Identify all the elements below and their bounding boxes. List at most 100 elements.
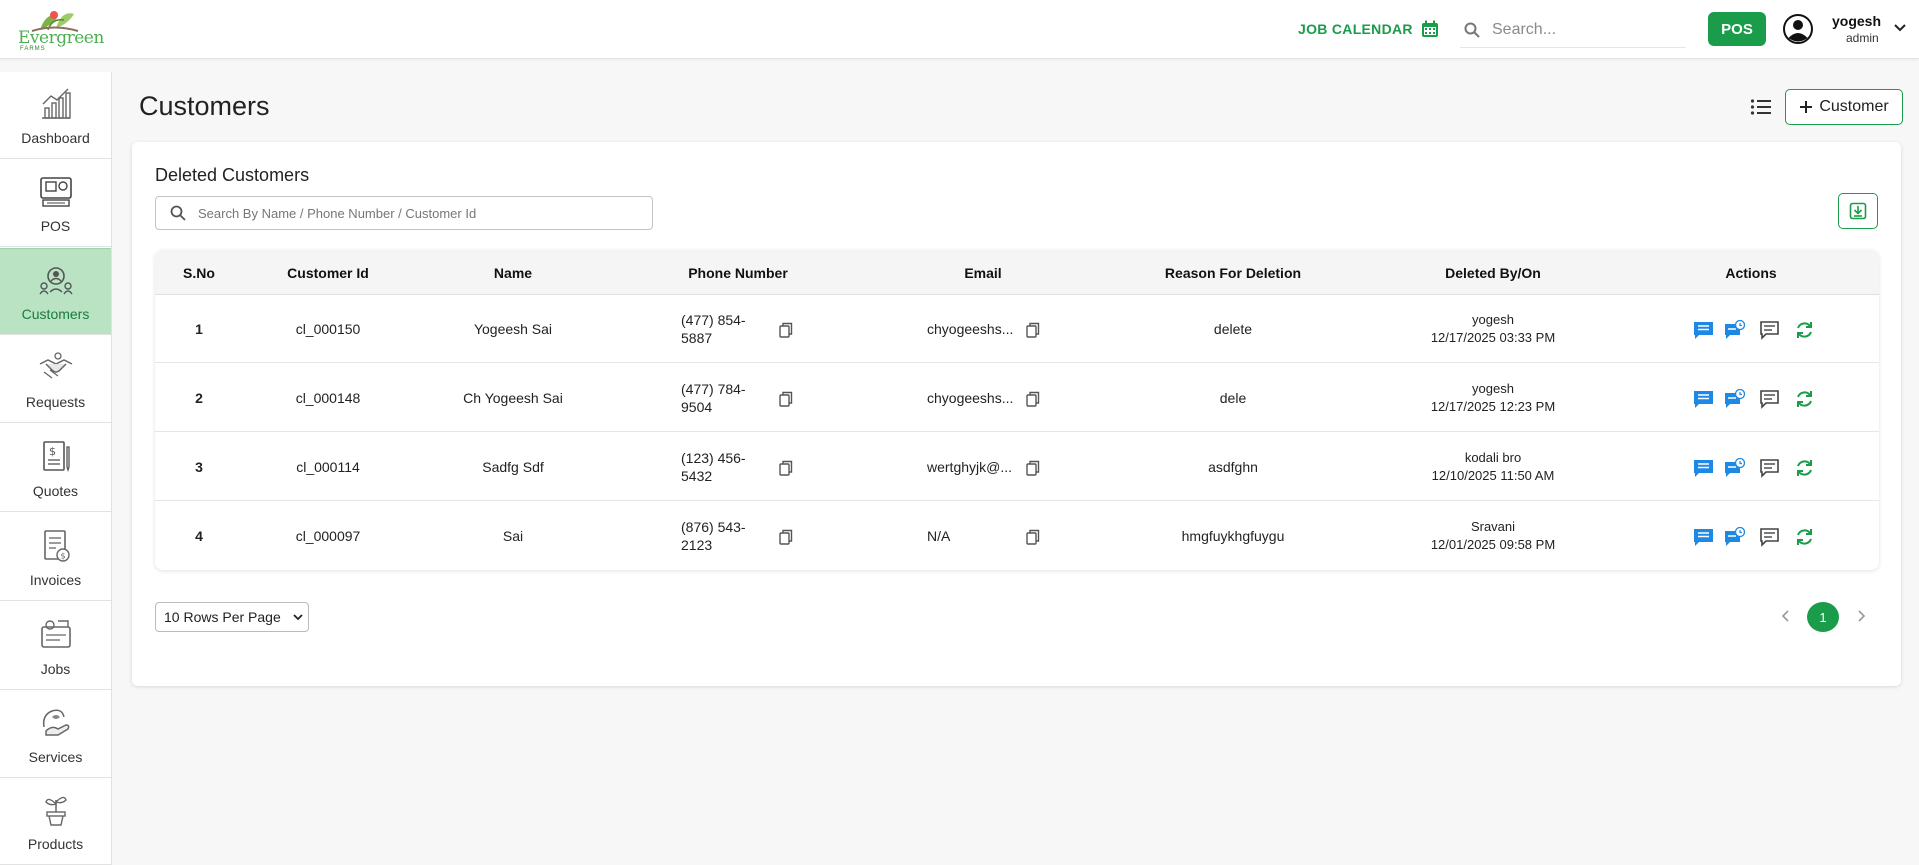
deleted-by: yogesh: [1472, 381, 1514, 396]
cell-deleted-by-on: Sravani 12/01/2025 09:58 PM: [1363, 502, 1623, 570]
sms-icon[interactable]: [1693, 389, 1714, 409]
evergreen-logo[interactable]: Evergreen FARMS: [18, 8, 104, 52]
download-icon: [1849, 202, 1867, 220]
comment-icon[interactable]: [1759, 389, 1780, 409]
user-avatar-icon[interactable]: [1783, 14, 1813, 44]
cell-reason: hmgfuykhgfuygu: [1181, 528, 1285, 544]
cell-phone: (876) 543- 2123: [681, 502, 761, 570]
scheduled-sms-icon[interactable]: [1724, 389, 1745, 409]
row-actions: [1693, 458, 1815, 478]
cell-name: Sadfg Sdf: [482, 459, 544, 475]
sidebar-item-customers[interactable]: Customers: [0, 248, 111, 335]
column-header-phone: Phone Number: [688, 264, 788, 281]
add-customer-label: Customer: [1819, 98, 1889, 115]
chevron-down-icon[interactable]: [1893, 23, 1907, 33]
svg-text:$: $: [60, 552, 65, 561]
sidebar-item-requests[interactable]: Requests: [0, 336, 111, 423]
svg-text:$: $: [49, 445, 56, 458]
page-number-button[interactable]: 1: [1807, 602, 1839, 632]
column-header-reason: Reason For Deletion: [1164, 264, 1302, 281]
job-calendar-link[interactable]: JOB CALENDAR: [1298, 18, 1439, 40]
logo-text: Evergreen: [18, 28, 104, 48]
cell-name: Yogeesh Sai: [473, 321, 553, 337]
sidebar-item-jobs[interactable]: Jobs: [0, 603, 111, 690]
deleted-on: 12/17/2025 12:23 PM: [1430, 399, 1556, 414]
row-actions: [1693, 320, 1815, 340]
restore-icon[interactable]: [1794, 527, 1815, 547]
cell-email: N/A: [927, 528, 951, 544]
cell-phone: (123) 456- 5432: [681, 433, 761, 501]
deleted-by: Sravani: [1470, 519, 1516, 534]
column-header-name: Name: [493, 264, 533, 281]
comment-icon[interactable]: [1759, 458, 1780, 478]
quote-document-icon: $: [42, 441, 70, 473]
comment-icon[interactable]: [1759, 320, 1780, 340]
download-button[interactable]: [1838, 193, 1878, 229]
cell-reason: asdfghn: [1208, 459, 1258, 475]
rows-per-page-select[interactable]: 10 Rows Per Page: [155, 602, 309, 632]
handshake-icon: [39, 352, 72, 379]
chevron-right-icon[interactable]: [1854, 608, 1868, 624]
logo-subtext: FARMS: [20, 46, 46, 52]
phone-line-1: (123) 456-: [681, 450, 746, 466]
column-header-customer-id: Customer Id: [287, 264, 369, 281]
scheduled-sms-icon[interactable]: [1724, 527, 1745, 547]
sidebar-item-label: Jobs: [40, 661, 71, 677]
phone-line-1: (477) 854-: [681, 312, 746, 328]
restore-icon[interactable]: [1794, 320, 1815, 340]
scheduled-sms-icon[interactable]: [1724, 458, 1745, 478]
copy-phone-icon[interactable]: [779, 460, 793, 476]
copy-email-icon[interactable]: [1026, 460, 1040, 476]
sidebar-item-invoices[interactable]: $ Invoices: [0, 514, 111, 601]
copy-email-icon[interactable]: [1026, 529, 1040, 545]
table-row: 3 cl_000114 Sadfg Sdf (123) 456- 5432 wertghy…: [155, 433, 1879, 501]
cell-email: chyogeeshs...: [927, 390, 1014, 406]
sms-icon[interactable]: [1693, 527, 1714, 547]
comment-icon[interactable]: [1759, 527, 1780, 547]
jobs-icon: [40, 620, 71, 648]
sidebar-item-quotes[interactable]: $ Quotes: [0, 425, 111, 512]
table-header: S.No Customer Id Name Phone Number Email…: [155, 250, 1879, 295]
sidebar-item-products[interactable]: Products: [0, 778, 111, 865]
copy-email-icon[interactable]: [1026, 391, 1040, 407]
restore-icon[interactable]: [1794, 458, 1815, 478]
deleted-customers-card: Deleted Customers S.No Customer Id Name …: [132, 142, 1901, 686]
job-calendar-label: JOB CALENDAR: [1298, 21, 1413, 37]
copy-email-icon[interactable]: [1026, 322, 1040, 338]
scheduled-sms-icon[interactable]: [1724, 320, 1745, 340]
column-header-deleted-by: Deleted By/On: [1445, 264, 1541, 281]
sms-icon[interactable]: [1693, 320, 1714, 340]
chevron-left-icon[interactable]: [1779, 608, 1793, 624]
sidebar-item-dashboard[interactable]: Dashboard: [0, 72, 111, 159]
pos-terminal-icon: [39, 177, 72, 207]
user-name: yogesh: [1832, 13, 1882, 29]
customer-search-input[interactable]: [198, 205, 638, 221]
search-icon: [1464, 22, 1480, 38]
cell-sno: 4: [195, 528, 203, 544]
cell-customer-id: cl_000114: [296, 459, 360, 475]
add-customer-button[interactable]: Customer: [1785, 89, 1903, 125]
customers-icon: [38, 267, 73, 295]
cell-deleted-by-on: yogesh 12/17/2025 12:23 PM: [1363, 364, 1623, 432]
phone-line-2: 5887: [681, 330, 713, 346]
deleted-by: kodali bro: [1464, 450, 1522, 465]
cell-sno: 1: [195, 321, 203, 337]
cell-reason: dele: [1219, 390, 1247, 406]
copy-phone-icon[interactable]: [779, 391, 793, 407]
sidebar-item-label: Products: [27, 836, 84, 852]
global-search-input[interactable]: [1492, 20, 1672, 39]
restore-icon[interactable]: [1794, 389, 1815, 409]
global-search: [1460, 12, 1686, 48]
sidebar-item-pos[interactable]: POS: [0, 160, 111, 247]
plus-icon: [1800, 101, 1813, 113]
sidebar: Dashboard POS Customers Requests $ Quote…: [0, 72, 112, 865]
sms-icon[interactable]: [1693, 458, 1714, 478]
sidebar-item-services[interactable]: Services: [0, 691, 111, 778]
copy-phone-icon[interactable]: [779, 529, 793, 545]
copy-phone-icon[interactable]: [779, 322, 793, 338]
list-view-icon[interactable]: [1750, 97, 1772, 117]
cell-name: Ch Yogeesh Sai: [463, 390, 563, 406]
pos-button[interactable]: POS: [1708, 12, 1766, 46]
sidebar-item-label: POS: [40, 218, 71, 234]
table-row: 1 cl_000150 Yogeesh Sai (477) 854- 5887 chyog…: [155, 295, 1879, 363]
